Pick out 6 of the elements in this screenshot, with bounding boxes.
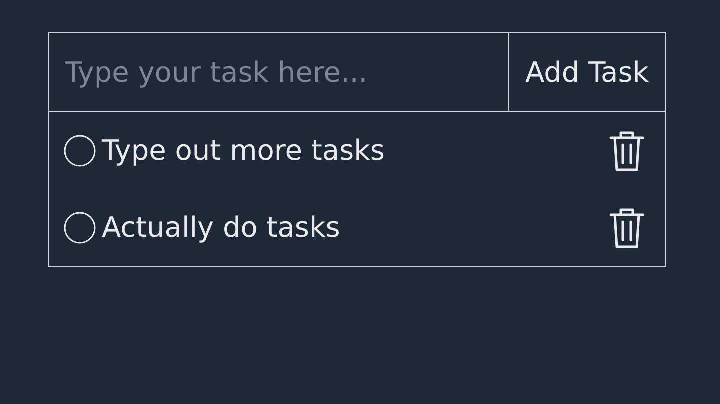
checkbox[interactable] [64,134,96,166]
add-task-button[interactable]: Add Task [509,33,665,111]
task-text: Actually do tasks [102,211,342,244]
task-input-field[interactable]: Type your task here... [49,33,510,111]
task-text: Type out more tasks [102,134,386,167]
checkbox[interactable] [64,212,96,244]
